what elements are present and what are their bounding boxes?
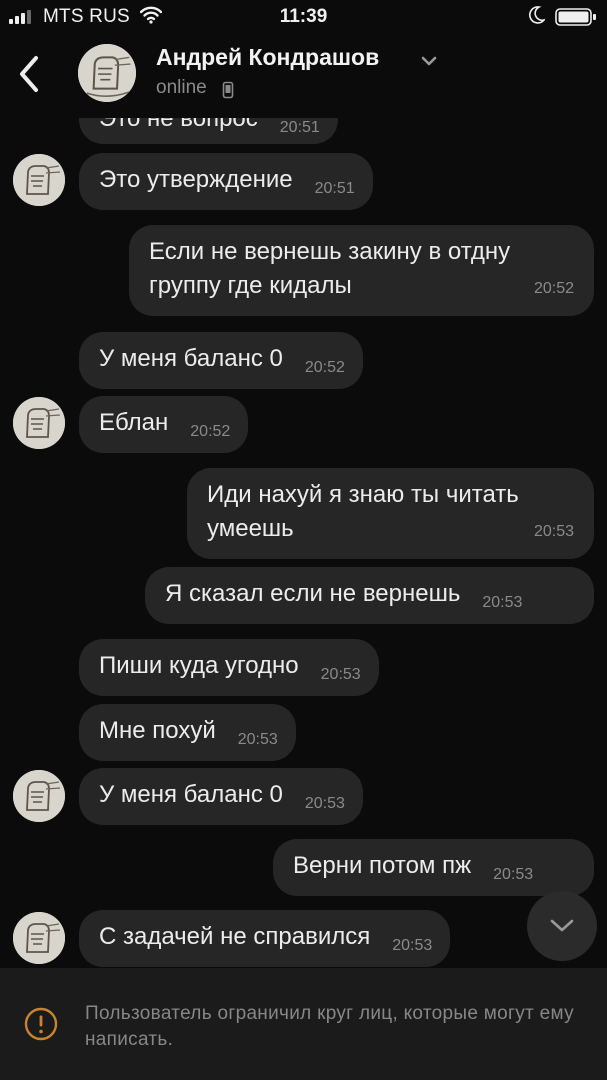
do-not-disturb-moon-icon	[529, 6, 547, 30]
message-text: Еблан	[99, 409, 169, 436]
message-text: У меня баланс 0	[99, 345, 283, 372]
sender-avatar[interactable]	[13, 912, 65, 964]
message-text: Иди нахуй я знаю ты читать умеешь	[207, 481, 519, 542]
status-time: 11:39	[279, 6, 328, 27]
messaging-restricted-notice: Пользователь ограничил круг лиц, которые…	[0, 968, 607, 1080]
message-text: Это не вопрос	[99, 118, 258, 132]
message-time: 20:53	[304, 795, 345, 812]
message-bubble-incoming[interactable]: Это не вопрос 20:51	[79, 118, 338, 144]
message-list[interactable]: Это не вопрос 20:51 Это утверждение 20:51 …	[0, 118, 607, 968]
message-bubble-incoming[interactable]: Это утверждение 20:51	[79, 153, 373, 210]
contact-avatar[interactable]	[78, 44, 136, 102]
message-time: 20:53	[237, 731, 278, 748]
message-bubble-incoming[interactable]: Пиши куда угодно 20:53	[79, 639, 379, 696]
message-time: 20:52	[304, 359, 345, 376]
chat-header: Андрей Кондрашов online	[0, 32, 607, 118]
message-bubble-outgoing[interactable]: Иди нахуй я знаю ты читать умеешь 20:53	[187, 468, 594, 559]
message-bubble-outgoing[interactable]: Если не вернешь закину в отдну группу гд…	[129, 225, 594, 316]
back-button[interactable]	[14, 52, 46, 96]
message-text: Верни потом пж	[293, 852, 472, 879]
message-time: 20:51	[314, 180, 355, 197]
message-text: Пиши куда угодно	[99, 652, 299, 679]
online-status: online	[156, 77, 207, 98]
message-bubble-incoming[interactable]: Еблан 20:52	[79, 396, 249, 453]
scroll-to-bottom-button[interactable]	[527, 891, 597, 961]
chevron-down-icon[interactable]	[420, 54, 438, 72]
restriction-message: Пользователь ограничил круг лиц, которые…	[85, 1003, 574, 1050]
warning-icon	[24, 1007, 58, 1046]
contact-name[interactable]: Андрей Кондрашов	[156, 44, 379, 71]
message-bubble-incoming[interactable]: С задачей не справился 20:53	[79, 910, 451, 967]
message-time: 20:53	[320, 666, 361, 683]
message-bubble-incoming[interactable]: У меня баланс 0 20:52	[79, 332, 363, 389]
battery-icon	[555, 8, 597, 32]
message-bubble-outgoing[interactable]: Верни потом пж 20:53	[273, 839, 594, 896]
status-bar: MTS RUS 11:39	[0, 0, 607, 32]
sender-avatar[interactable]	[13, 154, 65, 206]
sender-avatar[interactable]	[13, 770, 65, 822]
phone-icon	[222, 81, 234, 104]
chevron-down-icon	[550, 919, 574, 932]
message-text: Я сказал если не вернешь	[165, 580, 461, 607]
message-time: 20:53	[493, 866, 534, 883]
message-text: Это утверждение	[99, 166, 293, 193]
message-time: 20:53	[392, 937, 433, 954]
message-text: Мне похуй	[99, 717, 216, 744]
message-bubble-incoming[interactable]: У меня баланс 0 20:53	[79, 768, 363, 825]
chevron-left-icon	[20, 56, 38, 92]
message-time: 20:51	[279, 119, 320, 136]
message-time: 20:53	[482, 594, 523, 611]
message-time: 20:53	[533, 523, 574, 540]
message-text: У меня баланс 0	[99, 781, 283, 808]
message-time: 20:52	[533, 280, 574, 297]
message-text: С задачей не справился	[99, 923, 371, 950]
message-time: 20:52	[190, 423, 231, 440]
message-text: Если не вернешь закину в отдну группу гд…	[149, 238, 511, 299]
message-bubble-outgoing[interactable]: Я сказал если не вернешь 20:53	[145, 567, 594, 624]
message-bubble-incoming[interactable]: Мне похуй 20:53	[79, 704, 296, 761]
sender-avatar[interactable]	[13, 397, 65, 449]
